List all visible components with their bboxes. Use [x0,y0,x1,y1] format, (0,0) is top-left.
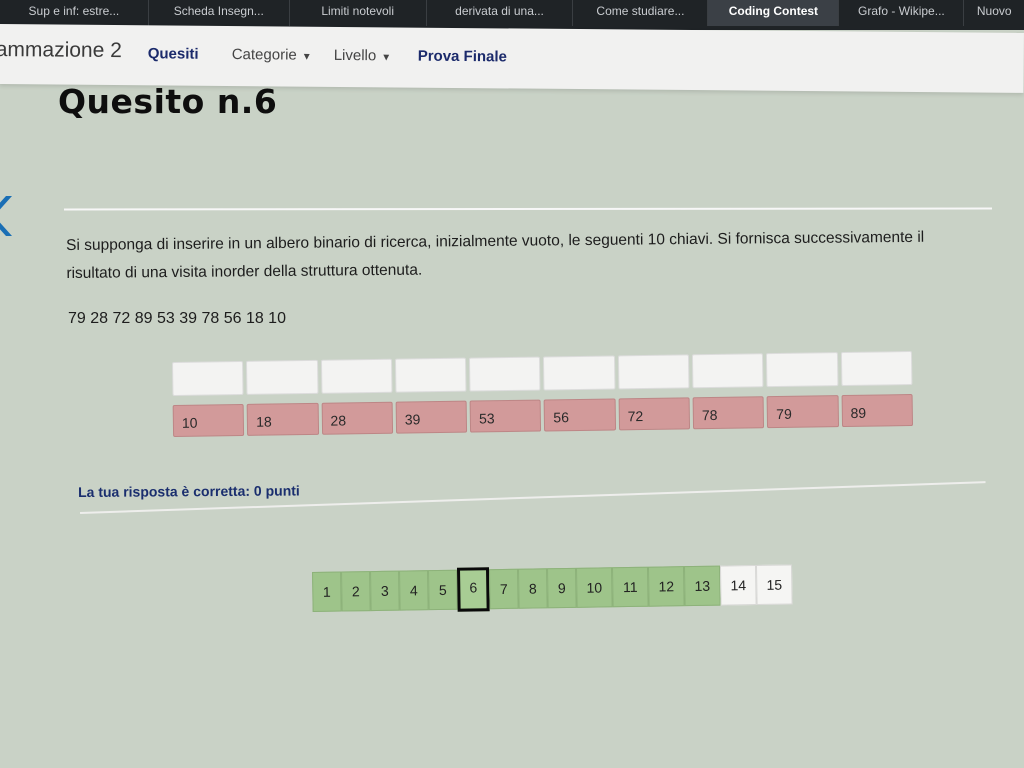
browser-tab[interactable]: Scheda Insegn... [149,0,290,26]
answer-chip[interactable]: 72 [618,397,691,431]
nav-livello-label: Livello [333,46,377,65]
answer-chip-row: 10 18 28 39 53 56 72 78 79 89 [172,394,913,437]
answer-chip[interactable]: 39 [395,400,468,434]
nav-categorie-label: Categorie [231,46,297,64]
browser-tab-active[interactable]: Coding Contest [708,0,840,26]
answer-chip[interactable]: 56 [544,398,616,432]
pager-button-13[interactable]: 13 [683,565,721,607]
pager-button-5[interactable]: 5 [428,569,458,611]
page-title: Quesito n.6 [58,82,278,121]
answer-chip[interactable]: 89 [841,394,913,428]
nav-livello-dropdown[interactable]: Livello ▼ [334,47,392,65]
pager-button-12[interactable]: 12 [647,566,685,607]
answer-slot[interactable] [840,351,913,387]
caret-down-icon: ▼ [301,51,312,63]
keys-sequence: 79 28 72 89 53 39 78 56 18 10 [68,310,286,327]
question-pager: 1 2 3 4 5 6 7 8 9 10 11 12 13 14 15 [312,562,793,614]
answer-slot[interactable] [692,353,764,389]
answer-slot[interactable] [543,355,616,391]
answer-slot[interactable] [469,356,541,392]
answer-chip[interactable]: 10 [172,403,245,437]
answer-slot[interactable] [617,354,690,390]
divider [63,207,993,211]
result-feedback: La tua risposta è corretta: 0 punti [78,482,300,500]
browser-tab[interactable]: Grafo - Wikipe... [839,0,965,26]
pager-button-3[interactable]: 3 [370,570,400,612]
answer-chip[interactable]: 78 [692,396,765,430]
browser-tab[interactable]: derivata di una... [427,0,574,26]
nav-categorie-dropdown[interactable]: Categorie ▼ [232,46,312,64]
answer-slot[interactable] [320,358,393,394]
pager-button-1[interactable]: 1 [312,571,342,612]
browser-tab[interactable]: Nuovo [964,0,1024,26]
question-text: Si supponga di inserire in un albero bin… [66,228,925,282]
answer-slot-row [172,351,913,396]
pager-button-current[interactable]: 6 [456,567,490,612]
pager-button-15[interactable]: 15 [755,564,793,606]
answer-chip[interactable]: 18 [246,402,319,436]
answer-chip[interactable]: 28 [321,401,393,435]
answer-chip[interactable]: 53 [469,399,542,433]
chevron-left-icon[interactable] [0,192,16,240]
pager-button-8[interactable]: 8 [518,568,548,609]
answer-slot[interactable] [394,357,467,393]
pager-button-2[interactable]: 2 [341,571,371,612]
pager-button-14[interactable]: 14 [719,565,757,606]
pager-button-4[interactable]: 4 [399,570,429,611]
pager-button-10[interactable]: 10 [575,567,613,608]
caret-down-icon: ▼ [381,52,392,64]
browser-tab[interactable]: Sup e inf: estre... [0,0,149,26]
answer-area: 10 18 28 39 53 56 72 78 79 89 [172,351,913,437]
answer-slot[interactable] [246,359,319,395]
browser-tab[interactable]: Come studiare... [573,0,709,26]
answer-slot[interactable] [766,352,839,388]
answer-slot[interactable] [172,360,244,396]
main-content: Quesito n.6 Si supponga di inserire in u… [0,80,1024,768]
nav-quesiti-link[interactable]: Quesiti [148,45,199,62]
site-brand[interactable]: ammazione 2 [0,38,122,63]
answer-chip[interactable]: 79 [766,395,839,429]
browser-tab[interactable]: Limiti notevoli [290,0,427,26]
nav-prova-finale-link[interactable]: Prova Finale [418,48,507,66]
pager-button-11[interactable]: 11 [611,566,649,608]
pager-button-9[interactable]: 9 [547,567,577,609]
pager-button-7[interactable]: 7 [489,568,519,610]
